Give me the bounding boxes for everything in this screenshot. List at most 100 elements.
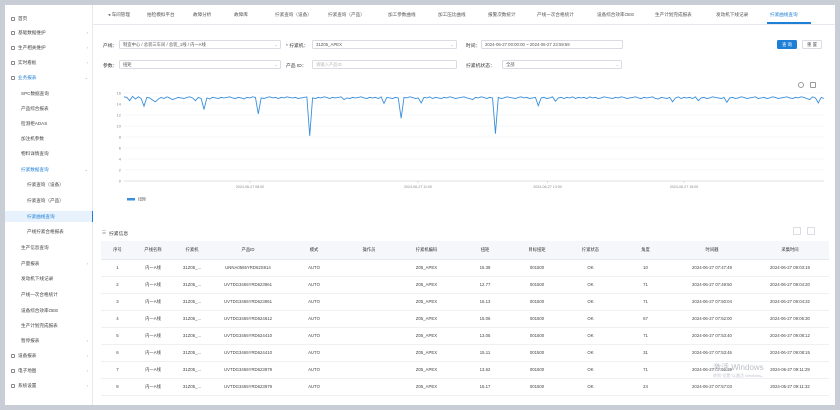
table-row[interactable]: 4 内一A线 31Z05_... UVTDG3465YRD624612 AUTO Z05_… <box>101 310 829 328</box>
sidebar-item[interactable]: 暂停报表 › <box>5 335 93 346</box>
table-row[interactable]: 2 内一A线 31Z05_... UVTDG3465YRD623961 AUTO Z05_… <box>101 276 829 294</box>
table-cell: 2024-06-27 07:52:00 <box>673 310 751 328</box>
tab[interactable]: 故障分析 <box>193 12 211 18</box>
windows-watermark: 激活 Windows <box>713 363 764 372</box>
column-header[interactable]: 模式 <box>284 241 344 260</box>
status-label: 拧紧机状态： <box>466 64 495 69</box>
param-select[interactable]: 扭矩 ⌄ <box>119 60 281 69</box>
table-cell: AUTO <box>284 293 344 311</box>
sidebar-item[interactable]: 实时看板 › <box>5 57 93 68</box>
column-header[interactable]: 拧紧状态 <box>563 241 618 260</box>
time-range-picker[interactable]: 2024-06-27 00:00:00 ~ 2024-06-27 23:59:5… <box>481 40 623 49</box>
table-cell: 内一A线 <box>134 259 172 277</box>
tab[interactable]: 拧紧曲线查询 <box>770 12 798 18</box>
line-label: 产线： <box>103 44 118 49</box>
table-row[interactable]: 6 内一A线 31Z05_... UVTDG3465YRD624410 AUTO Z05_… <box>101 344 829 362</box>
status-select[interactable]: 全部 ⌄ <box>502 60 622 69</box>
column-header[interactable]: 扭矩 <box>459 241 511 260</box>
map-icon <box>11 368 15 373</box>
column-header[interactable]: 采集时间 <box>751 241 829 260</box>
sidebar-item[interactable]: 拧紧数据查询 ⌄ <box>5 164 93 175</box>
line-select[interactable]: 制造中心 / 总装三车间 / 总装_1线 / 内一A线 ⌄ <box>119 40 281 49</box>
column-header[interactable]: 序号 <box>101 241 134 260</box>
sidebar-item[interactable]: 首页 <box>5 13 93 24</box>
sidebar-item[interactable]: 产线一次合格统计 <box>5 289 93 300</box>
tab[interactable]: 拧紧查询（设备） <box>275 12 312 18</box>
table-cell <box>344 310 394 328</box>
sidebar-item[interactable]: 检测柜ADAS <box>5 118 93 129</box>
table-row[interactable]: 5 内一A线 31Z05_... UVTDG3465YRD624410 AUTO Z05_… <box>101 327 829 345</box>
sidebar-item[interactable]: 生产信息查询 <box>5 242 93 253</box>
reset-button[interactable]: 重 置 <box>802 40 822 49</box>
query-button[interactable]: 查 询 <box>777 40 797 49</box>
column-header[interactable]: 产品ID <box>212 241 284 260</box>
sidebar-item[interactable]: 发动机下线记录 <box>5 273 93 284</box>
sidebar-item[interactable]: 产品综合报表 <box>5 103 93 114</box>
sidebar-item[interactable]: 产量报表 › <box>5 258 93 269</box>
sidebar-item-label: 设备综合效率OEE <box>21 307 59 313</box>
table-cell: 内一A线 <box>134 310 172 328</box>
tab[interactable]: 加工压比曲线 <box>438 12 466 18</box>
table-cell: Z05_APEX <box>394 378 459 396</box>
y-tick-label: 12 <box>117 113 122 118</box>
sidebar-item[interactable]: 基础数据维护 › <box>5 27 93 38</box>
export-icon[interactable] <box>793 227 801 235</box>
table-cell: 15.06 <box>459 310 511 328</box>
tab[interactable]: 发动机下线记录 <box>716 12 748 18</box>
tab[interactable]: ◂ 车间管理 <box>108 12 130 18</box>
column-header[interactable]: 角度 <box>618 241 673 260</box>
table-cell: OK <box>563 327 618 345</box>
product-id-input[interactable]: 请输入产品ID <box>312 60 457 69</box>
table-row[interactable]: 8 内一A线 31Z05_... UVTDG3465YRD623979 AUTO Z05_… <box>101 378 829 396</box>
table-cell: 31Z05_... <box>172 259 212 277</box>
column-header[interactable]: 拧紧机编码 <box>394 241 459 260</box>
table-row[interactable]: 3 内一A线 31Z05_... UVTDG3465YRD623961 AUTO Z05_… <box>101 293 829 311</box>
table-row[interactable]: 1 内一A线 31Z05_... UNNA0565YRD62S914 AUTO Z05_A… <box>101 259 829 277</box>
table-cell: 001500 <box>511 344 563 362</box>
tab[interactable]: 故障库 <box>234 12 248 18</box>
table-cell: 内一A线 <box>134 293 172 311</box>
sidebar-item[interactable]: 设备报表 › <box>5 350 93 361</box>
chevron-icon: › <box>86 368 88 373</box>
sidebar-item[interactable]: SPC数据查询 <box>5 88 93 99</box>
sidebar-item[interactable]: 物料详情查询 <box>5 148 93 159</box>
sidebar-item[interactable]: 产线拧紧合格报表 <box>5 226 93 237</box>
table-cell: 2024-06-27 07:53:40 <box>673 327 751 345</box>
column-header[interactable]: 操作员 <box>344 241 394 260</box>
sidebar-item[interactable]: 加注机参数 <box>5 133 93 144</box>
sidebar-item[interactable]: 生产计划完成报表 <box>5 320 93 331</box>
tab[interactable]: 拧紧查询（产品） <box>328 12 365 18</box>
sidebar-item[interactable]: 业务报表 ⌄ <box>5 72 93 83</box>
table-cell <box>344 378 394 396</box>
param-label: 参数： <box>103 64 118 69</box>
sidebar-item[interactable]: 设备综合效率OEE <box>5 305 93 316</box>
sidebar-item-label: 实时看板 <box>18 59 37 65</box>
details-title: 拧紧信息 <box>109 232 129 237</box>
sidebar-item-label: 设备报表 <box>18 352 37 358</box>
column-header[interactable]: 拧紧机 <box>172 241 212 260</box>
sidebar-item[interactable]: 拧紧曲线查询 <box>5 211 93 222</box>
sidebar-item[interactable]: 系统设置 › <box>5 380 93 391</box>
print-icon[interactable] <box>807 227 815 235</box>
y-tick-label: 10 <box>117 124 122 129</box>
machine-select[interactable]: 31Z05_APEX ⌄ <box>312 40 457 49</box>
tab[interactable]: 生产计划完成报表 <box>655 12 692 18</box>
y-tick-label: 14 <box>117 102 122 107</box>
tab[interactable]: 设备综合效率OEE <box>597 12 634 18</box>
sidebar-item[interactable]: 拧紧查询（产品） <box>5 195 93 206</box>
column-header[interactable]: 时间戳 <box>673 241 751 260</box>
column-header[interactable]: 产线名称 <box>134 241 172 260</box>
sidebar-item[interactable]: 拧紧查询（设备） <box>5 179 93 190</box>
sidebar-item-label: 物料详情查询 <box>21 150 49 156</box>
series-line <box>123 95 825 136</box>
tab[interactable]: 加工参数曲线 <box>388 12 416 18</box>
table-cell: 31Z05_... <box>172 327 212 345</box>
sidebar-item[interactable]: 电子地图 › <box>5 365 93 376</box>
column-header[interactable]: 目标扭矩 <box>511 241 563 260</box>
sidebar: 首页 基础数据维护 › 生产相关维护 › 实时看板 › 业务报表 ⌄ SPC数据查询 产品综合报表检… <box>5 5 93 405</box>
table-cell: 31Z05_... <box>172 361 212 379</box>
sidebar-item[interactable]: 生产相关维护 › <box>5 42 93 53</box>
tab[interactable]: 报警次数统计 <box>488 12 516 18</box>
tab[interactable]: 产线一次合格统计 <box>537 12 574 18</box>
tab[interactable]: 拍检模拟平台 <box>147 12 175 18</box>
